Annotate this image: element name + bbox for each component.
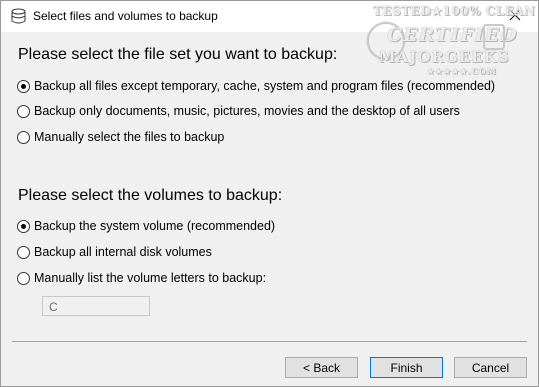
- backup-dialog: Select files and volumes to backup TESTE…: [0, 0, 539, 387]
- radio-button[interactable]: [17, 245, 30, 259]
- volumes-heading: Please select the volumes to backup:: [18, 187, 283, 204]
- volume-letters-input[interactable]: C: [42, 296, 150, 316]
- database-icon: [10, 8, 27, 25]
- radio-manually-select-files[interactable]: Manually select the files to backup: [17, 128, 224, 146]
- file-set-heading: Please select the file set you want to b…: [18, 46, 338, 63]
- radio-backup-system-volume[interactable]: Backup the system volume (recommended): [17, 217, 275, 235]
- radio-backup-documents-only[interactable]: Backup only documents, music, pictures, …: [17, 102, 460, 120]
- radio-manually-list-volumes[interactable]: Manually list the volume letters to back…: [17, 269, 266, 287]
- close-icon: [509, 8, 521, 26]
- divider: [12, 341, 527, 342]
- radio-button[interactable]: [17, 104, 30, 118]
- watermark-majorgeeks-text: MAJORGEEKS: [379, 48, 510, 66]
- radio-backup-internal-volumes[interactable]: Backup all internal disk volumes: [17, 243, 212, 261]
- watermark-stars-text: ★★★★★.COM: [427, 66, 497, 76]
- window-title: Select files and volumes to backup: [33, 9, 218, 23]
- radio-label: Backup all internal disk volumes: [34, 245, 212, 259]
- radio-label: Backup the system volume (recommended): [34, 219, 276, 233]
- title-bar[interactable]: Select files and volumes to backup: [1, 1, 538, 32]
- radio-label: Manually list the volume letters to back…: [34, 271, 267, 285]
- finish-button[interactable]: Finish: [370, 357, 443, 378]
- radio-backup-all-files[interactable]: Backup all files except temporary, cache…: [17, 77, 495, 95]
- radio-label: Backup only documents, music, pictures, …: [34, 104, 460, 118]
- radio-label: Backup all files except temporary, cache…: [34, 79, 496, 93]
- close-button[interactable]: [492, 1, 538, 32]
- back-button[interactable]: < Back: [285, 357, 358, 378]
- radio-button[interactable]: [17, 130, 30, 144]
- radio-button[interactable]: [17, 219, 30, 233]
- radio-button[interactable]: [17, 79, 30, 93]
- radio-button[interactable]: [17, 271, 30, 285]
- cancel-button[interactable]: Cancel: [454, 357, 527, 378]
- radio-label: Manually select the files to backup: [34, 130, 225, 144]
